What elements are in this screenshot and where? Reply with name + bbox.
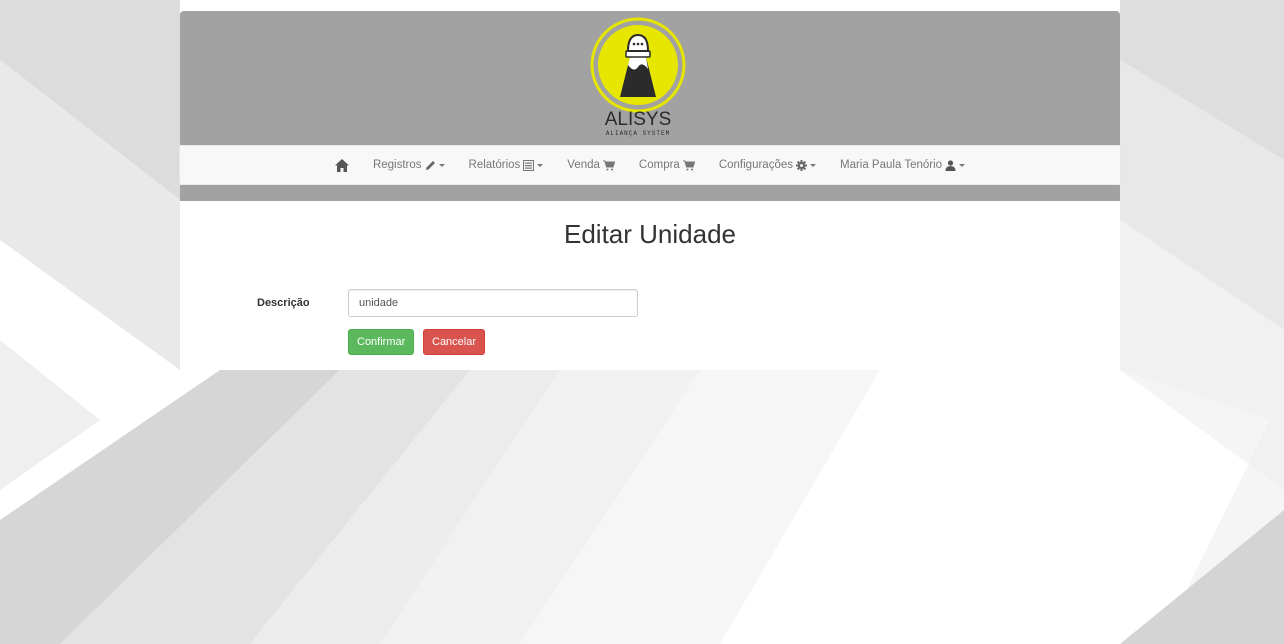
caret-down-icon (438, 163, 445, 167)
confirm-button[interactable]: Confirmar (348, 329, 415, 355)
content-panel: Editar Unidade Descrição Confirmar Cance… (180, 201, 1120, 367)
nav-configuracoes[interactable]: Configurações (707, 146, 828, 184)
header-bottom-band (180, 185, 1120, 201)
main-container: ALISYS ALIANÇA SYSTEM Registros Relatóri… (179, 11, 1121, 367)
nav-registros-label: Registros (372, 159, 422, 171)
nav-compra-label: Compra (638, 159, 680, 171)
cart-icon (602, 160, 615, 171)
header: ALISYS ALIANÇA SYSTEM (180, 11, 1120, 145)
cart-icon (682, 160, 695, 171)
navbar: Registros Relatórios Venda Compra Config… (179, 145, 1121, 185)
nav-relatorios-label: Relatórios (468, 159, 521, 171)
nav-configuracoes-label: Configurações (718, 159, 793, 171)
gear-icon (795, 159, 807, 171)
home-icon (334, 158, 349, 172)
nav-compra[interactable]: Compra (627, 146, 707, 184)
list-icon (523, 159, 535, 171)
page-title: Editar Unidade (564, 219, 736, 249)
brand-tagline: ALIANÇA SYSTEM (606, 130, 670, 137)
caret-down-icon (809, 163, 816, 167)
pencil-icon (425, 160, 436, 171)
nav-user-label: Maria Paula Tenório (839, 159, 943, 171)
nav-user[interactable]: Maria Paula Tenório (828, 146, 977, 184)
nav-venda-label: Venda (567, 159, 600, 171)
user-icon (945, 159, 956, 171)
nav-registros[interactable]: Registros (361, 146, 457, 184)
nav-relatorios[interactable]: Relatórios (457, 146, 556, 184)
nav-home[interactable] (323, 146, 361, 184)
brand-name: ALISYS (605, 109, 672, 130)
descricao-label: Descrição (257, 297, 310, 309)
nav-venda[interactable]: Venda (555, 146, 627, 184)
caret-down-icon (959, 163, 966, 167)
caret-down-icon (537, 163, 544, 167)
cancel-button[interactable]: Cancelar (423, 329, 486, 355)
descricao-input[interactable] (348, 289, 638, 317)
alisys-logo[interactable]: ALISYS ALIANÇA SYSTEM (590, 13, 690, 143)
